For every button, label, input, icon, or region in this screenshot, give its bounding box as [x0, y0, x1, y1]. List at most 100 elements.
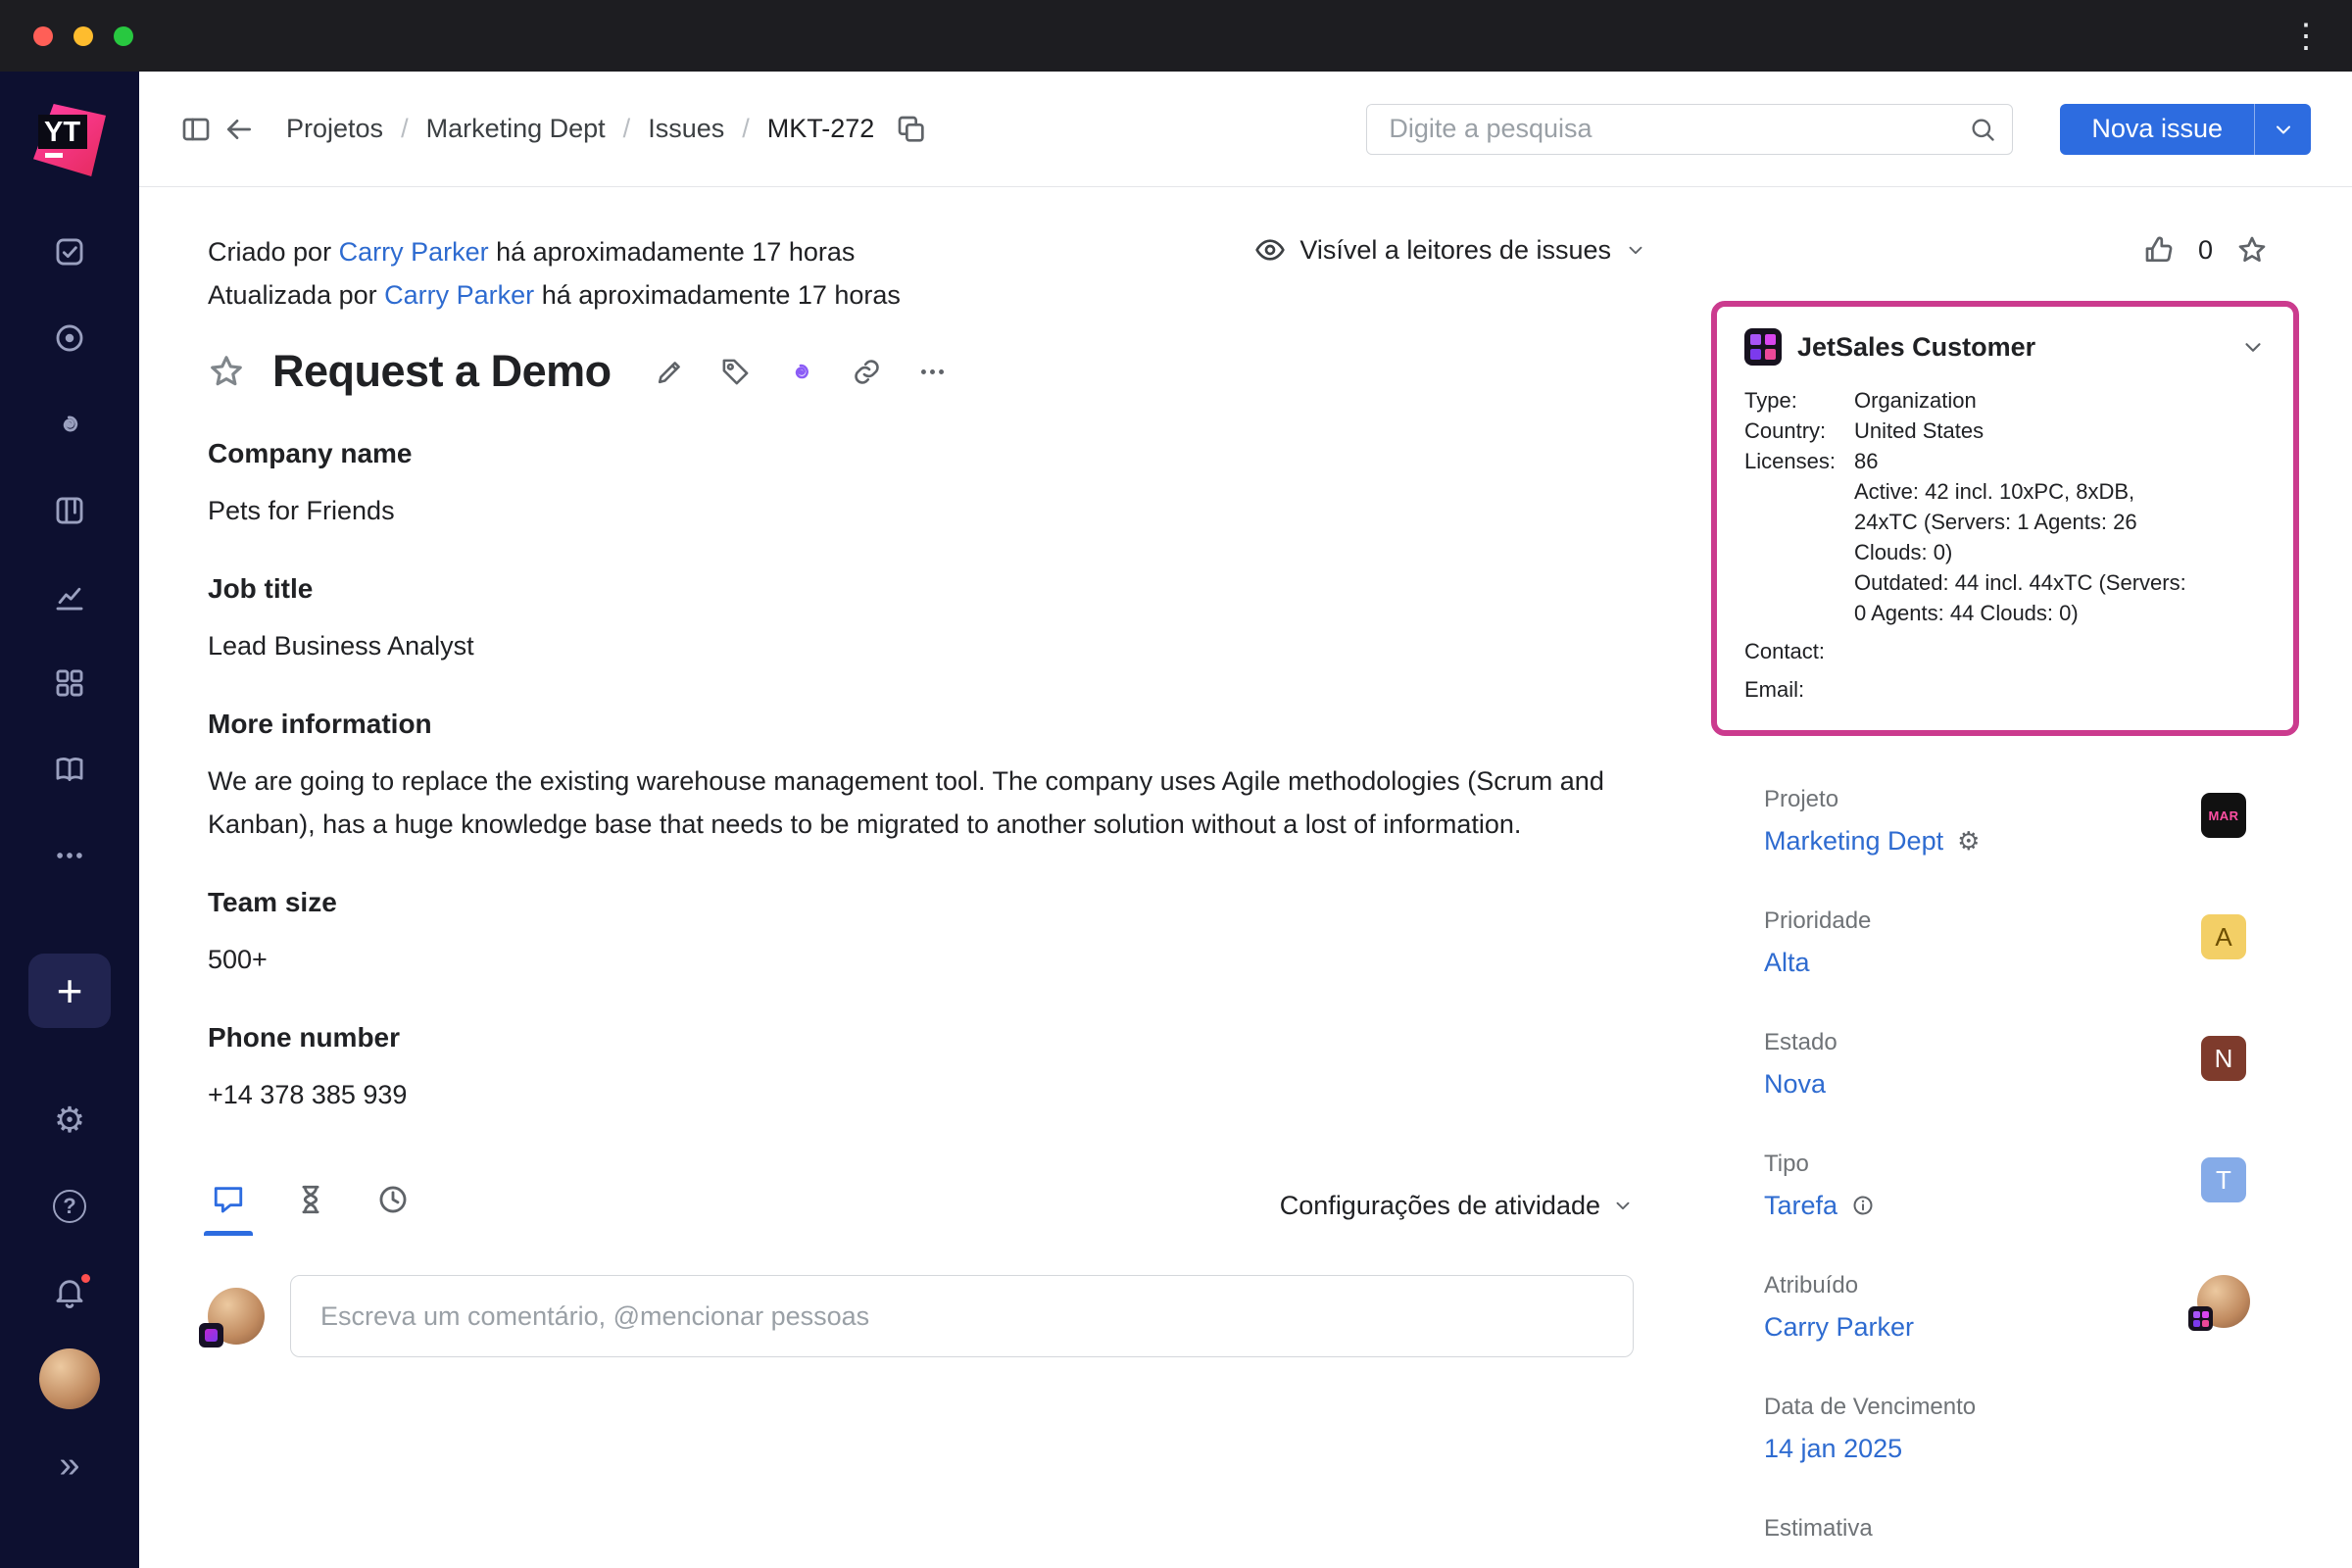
issue-title-actions [655, 357, 948, 387]
state-badge: N [2201, 1036, 2246, 1081]
sidebar-item-help[interactable]: ? [0, 1163, 139, 1250]
breadcrumb-marketing-dept[interactable]: Marketing Dept [426, 114, 606, 144]
chevron-down-icon [2240, 334, 2266, 360]
breadcrumb-projetos[interactable]: Projetos [286, 114, 383, 144]
jetsales-customer-header[interactable]: JetSales Customer [1744, 328, 2266, 366]
customer-row-label: Contact: [1744, 636, 1854, 666]
top-header: Projetos / Marketing Dept / Issues / MKT… [139, 72, 2352, 187]
field-due-date: Data de Vencimento 14 jan 2025 [1764, 1393, 2289, 1465]
state-value[interactable]: Nova [1764, 1067, 1826, 1101]
sidebar-item-spiral[interactable] [0, 381, 139, 467]
copy-link-button[interactable] [852, 357, 882, 387]
type-info-button[interactable] [1851, 1194, 1875, 1217]
tab-history[interactable] [290, 1175, 331, 1236]
tab-time[interactable] [372, 1175, 414, 1236]
customer-row-country: Country: United States [1744, 416, 2266, 446]
back-button[interactable] [223, 114, 255, 145]
field-label: Estimativa [1764, 1514, 2289, 1544]
project-avatar-badge: MAR [2201, 793, 2246, 838]
created-line: Criado por Carry Parker há aproximadamen… [208, 230, 901, 273]
close-window-button[interactable] [33, 26, 53, 46]
check-square-icon [53, 235, 86, 269]
favorite-button[interactable] [2236, 234, 2268, 266]
tab-comments[interactable] [208, 1175, 249, 1236]
customer-card-collapse-button[interactable] [2240, 334, 2266, 360]
youtrack-logo[interactable]: YT [31, 102, 108, 178]
description-field-value: Pets for Friends [208, 489, 1634, 532]
comment-input[interactable] [290, 1275, 1634, 1357]
star-icon [208, 353, 245, 390]
assignee-value[interactable]: Carry Parker [1764, 1310, 1914, 1344]
zoom-window-button[interactable] [114, 26, 133, 46]
add-tag-button[interactable] [720, 357, 751, 387]
sidebar-item-tasks[interactable] [0, 209, 139, 295]
priority-badge: A [2201, 914, 2246, 959]
updated-suffix: há aproximadamente 17 horas [542, 280, 901, 310]
copy-issue-id-button[interactable] [896, 114, 927, 145]
info-icon [1851, 1194, 1875, 1217]
logo-underscore [45, 153, 63, 158]
star-issue-button[interactable] [208, 353, 245, 390]
link-icon [852, 357, 882, 387]
description-field-label: Company name [208, 434, 1646, 473]
field-priority: Prioridade Alta A [1764, 906, 2289, 979]
browser-menu-icon[interactable]: ⋮ [2289, 20, 2323, 53]
activity-tabs: Configurações de atividade [208, 1175, 1634, 1236]
more-actions-button[interactable] [917, 357, 948, 387]
user-avatar [39, 1348, 100, 1409]
left-sidebar: YT + ⚙ ? [0, 72, 139, 1568]
project-value[interactable]: Marketing Dept [1764, 824, 1943, 858]
like-button[interactable] [2143, 234, 2175, 266]
logo-text: YT [38, 115, 87, 149]
sidebar-item-apps[interactable] [0, 640, 139, 726]
sidebar-item-knowledge-base[interactable] [0, 726, 139, 812]
gear-icon: ⚙ [54, 1100, 85, 1141]
sidebar-item-notifications[interactable] [0, 1250, 139, 1336]
priority-value[interactable]: Alta [1764, 946, 1810, 979]
chart-icon [53, 580, 86, 613]
eye-icon [1254, 234, 1286, 266]
project-settings-gear-icon[interactable]: ⚙ [1957, 828, 1980, 854]
created-prefix: Criado por [208, 237, 331, 267]
sidebar-item-profile[interactable] [0, 1336, 139, 1422]
breadcrumb-issue-id[interactable]: MKT-272 [767, 114, 875, 144]
visibility-dropdown[interactable]: Visível a leitores de issues [1254, 234, 1646, 266]
create-button[interactable]: + [28, 954, 111, 1028]
new-issue-button[interactable]: Nova issue [2060, 104, 2254, 155]
customer-row-email: Email: [1744, 674, 2266, 705]
created-author-link[interactable]: Carry Parker [339, 237, 489, 267]
ellipsis-icon [917, 357, 948, 387]
sidebar-expand-button[interactable]: » [0, 1422, 139, 1508]
minimize-window-button[interactable] [74, 26, 93, 46]
sidebar-item-boards[interactable] [0, 467, 139, 554]
comment-icon [212, 1183, 245, 1216]
back-arrow-icon [223, 114, 255, 145]
sidebar-item-reports[interactable] [0, 554, 139, 640]
type-value[interactable]: Tarefa [1764, 1189, 1838, 1222]
field-estimate: Estimativa [1764, 1514, 2289, 1553]
due-date-value[interactable]: 14 jan 2025 [1764, 1432, 1902, 1465]
edit-issue-button[interactable] [655, 357, 685, 387]
ai-assistant-button[interactable] [786, 357, 816, 387]
panel-toggle-button[interactable] [180, 114, 212, 145]
updated-author-link[interactable]: Carry Parker [384, 280, 534, 310]
new-issue-dropdown-button[interactable] [2254, 104, 2311, 155]
activity-settings-dropdown[interactable]: Configurações de atividade [1280, 1191, 1634, 1221]
description-field-label: Team size [208, 883, 1646, 922]
sidebar-toggle-icon [180, 114, 212, 145]
customer-row-label: Country: [1744, 416, 1854, 446]
sidebar-item-target[interactable] [0, 295, 139, 381]
customer-row-label: Email: [1744, 674, 1854, 705]
star-icon [2236, 234, 2268, 266]
description-field-value: Lead Business Analyst [208, 624, 1634, 667]
sidebar-item-settings[interactable]: ⚙ [0, 1077, 139, 1163]
search-icon[interactable] [1969, 116, 1996, 143]
breadcrumb-issues[interactable]: Issues [648, 114, 724, 144]
activity-settings-label: Configurações de atividade [1280, 1191, 1600, 1221]
search-input[interactable] [1389, 114, 1969, 144]
customer-row-contact: Contact: [1744, 636, 2266, 666]
breadcrumb-separator: / [742, 114, 750, 144]
customer-row-value [1854, 636, 2189, 666]
assignee-avatar [2197, 1275, 2250, 1328]
sidebar-item-more[interactable] [0, 812, 139, 899]
